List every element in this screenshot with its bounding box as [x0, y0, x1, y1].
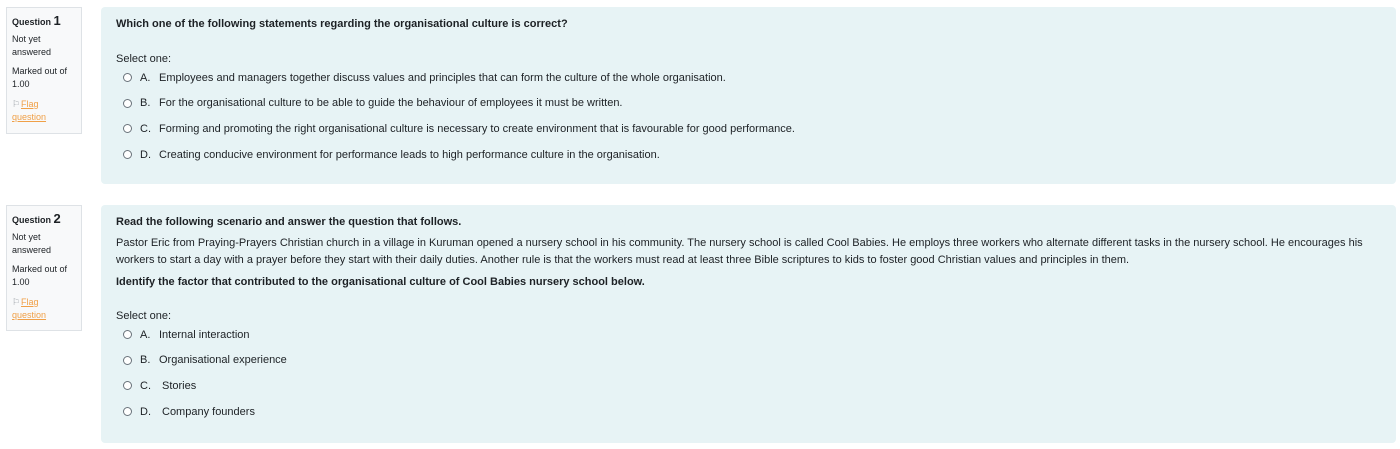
grade-line-2: 1.00	[12, 277, 30, 287]
flag-label-line-1: Flag	[21, 99, 39, 109]
state-line-1: Not yet	[12, 34, 41, 44]
radio-button[interactable]	[123, 150, 132, 160]
answer-letter: D.	[140, 148, 151, 161]
flag-question-link[interactable]: ⚐Flag question	[12, 296, 76, 322]
answer-text: Internal interaction	[159, 328, 250, 341]
question-content: Read the following scenario and answer t…	[101, 205, 1396, 443]
answer-text: For the organisational culture to be abl…	[159, 97, 623, 110]
answer-text: Stories	[162, 379, 197, 392]
flag-question-link[interactable]: ⚐Flag question	[12, 98, 76, 124]
answer-option-d[interactable]: D. Company founders	[116, 399, 1381, 425]
scenario-text: Pastor Eric from Praying-Prayers Christi…	[116, 237, 1363, 266]
answer-letter: A.	[140, 328, 151, 341]
question-number-value: 2	[53, 211, 61, 226]
answer-text: Creating conducive environment for perfo…	[159, 148, 660, 161]
answer-option-c[interactable]: C. Forming and promoting the right organ…	[116, 116, 1381, 142]
question-info: Question 1 Not yet answered Marked out o…	[6, 7, 82, 134]
question-content: Which one of the following statements re…	[101, 7, 1396, 184]
select-one-prompt: Select one:	[116, 53, 172, 65]
answer-letter: C.	[140, 379, 151, 392]
state-line-1: Not yet	[12, 232, 41, 242]
answer-option-a[interactable]: A. Internal interaction	[116, 322, 1381, 348]
question-grade: Marked out of 1.00	[12, 65, 76, 91]
flag-label-line-2: question	[12, 112, 47, 122]
scenario-intro: Read the following scenario and answer t…	[116, 216, 462, 228]
answer-option-c[interactable]: C. Stories	[116, 373, 1381, 399]
answer-letter: B.	[140, 354, 151, 367]
question-grade: Marked out of 1.00	[12, 263, 76, 289]
answer-letter: B.	[140, 97, 151, 110]
answer-letter: C.	[140, 122, 151, 135]
grade-line-2: 1.00	[12, 79, 30, 89]
radio-button[interactable]	[123, 355, 132, 365]
answer-text: Organisational experience	[159, 354, 287, 367]
select-one-prompt: Select one:	[116, 310, 172, 322]
grade-line-1: Marked out of	[12, 264, 68, 274]
radio-button[interactable]	[123, 73, 132, 83]
question-state: Not yet answered	[12, 231, 76, 257]
answer-text: Employees and managers together discuss …	[159, 71, 726, 84]
radio-button[interactable]	[123, 407, 132, 417]
question-number-value: 1	[53, 13, 61, 28]
answer-option-d[interactable]: D. Creating conducive environment for pe…	[116, 142, 1381, 168]
radio-button[interactable]	[123, 330, 132, 340]
state-line-2: answered	[12, 245, 52, 255]
answer-list: A. Employees and managers together discu…	[116, 65, 1381, 167]
question-info: Question 2 Not yet answered Marked out o…	[6, 205, 82, 331]
question-state: Not yet answered	[12, 33, 76, 59]
radio-button[interactable]	[123, 98, 132, 108]
question-text: Identify the factor that contributed to …	[116, 276, 645, 288]
question-number: Question 2	[12, 212, 76, 227]
question-number: Question 1	[12, 14, 76, 29]
question-text: Which one of the following statements re…	[116, 18, 568, 30]
answer-list: A. Internal interaction B. Organisationa…	[116, 322, 1381, 424]
question-label: Question	[12, 17, 52, 27]
radio-button[interactable]	[123, 124, 132, 134]
flag-label-line-1: Flag	[21, 297, 39, 307]
answer-letter: D.	[140, 405, 151, 418]
flag-label-line-2: question	[12, 310, 47, 320]
grade-line-1: Marked out of	[12, 66, 68, 76]
answer-option-b[interactable]: B. For the organisational culture to be …	[116, 91, 1381, 117]
flag-icon: ⚐	[12, 297, 21, 307]
answer-text: Forming and promoting the right organisa…	[159, 122, 795, 135]
answer-text: Company founders	[162, 405, 255, 418]
radio-button[interactable]	[123, 381, 132, 391]
state-line-2: answered	[12, 47, 52, 57]
flag-icon: ⚐	[12, 99, 21, 109]
answer-option-b[interactable]: B. Organisational experience	[116, 348, 1381, 374]
question-label: Question	[12, 215, 52, 225]
answer-option-a[interactable]: A. Employees and managers together discu…	[116, 65, 1381, 91]
answer-letter: A.	[140, 71, 151, 84]
